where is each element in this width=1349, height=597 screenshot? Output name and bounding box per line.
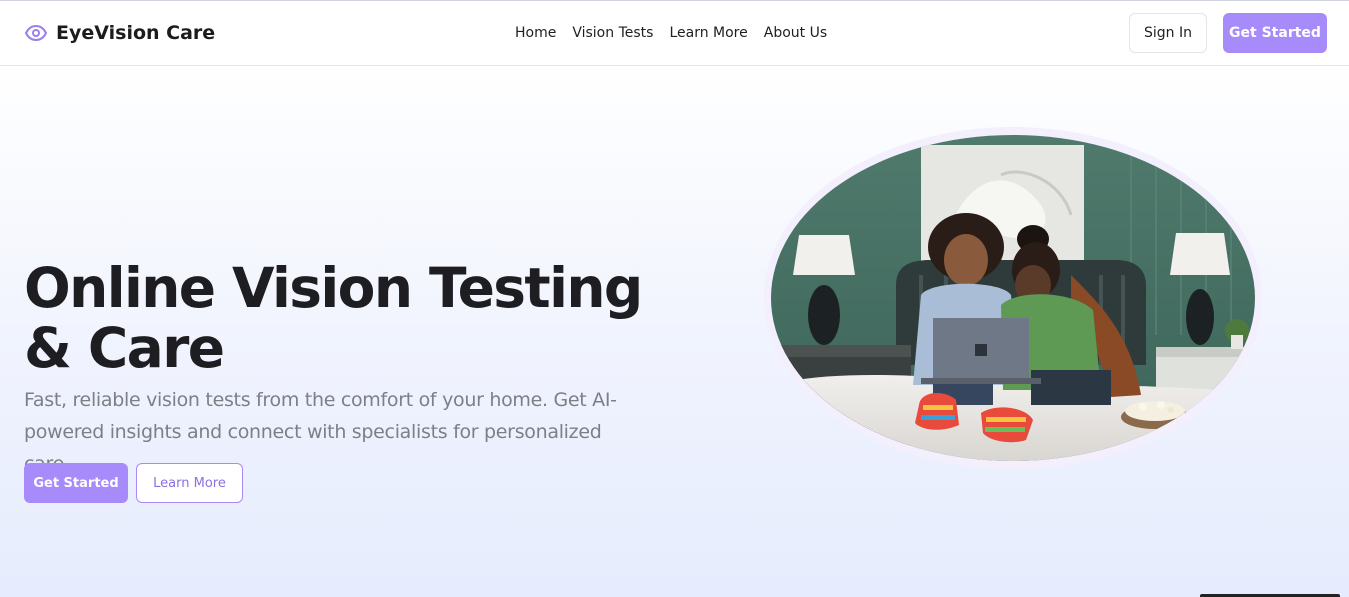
- hero-get-started-button[interactable]: Get Started: [24, 463, 128, 503]
- nav-home[interactable]: Home: [515, 24, 556, 42]
- hero-title: Online Vision Testing & Care: [24, 256, 643, 380]
- brand-logo[interactable]: EyeVision Care: [24, 21, 215, 45]
- main-nav: Home Vision Tests Learn More About Us: [515, 24, 843, 42]
- site-header: EyeVision Care Home Vision Tests Learn M…: [0, 1, 1349, 66]
- hero-image: [771, 135, 1255, 461]
- eye-icon: [24, 21, 48, 45]
- hero-learn-more-button[interactable]: Learn More: [136, 463, 243, 503]
- sign-in-button[interactable]: Sign In: [1129, 13, 1207, 53]
- nav-vision-tests[interactable]: Vision Tests: [572, 24, 653, 42]
- nav-about-us[interactable]: About Us: [764, 24, 827, 42]
- nav-learn-more[interactable]: Learn More: [669, 24, 747, 42]
- header-get-started-button[interactable]: Get Started: [1223, 13, 1327, 53]
- brand-name: EyeVision Care: [56, 22, 216, 44]
